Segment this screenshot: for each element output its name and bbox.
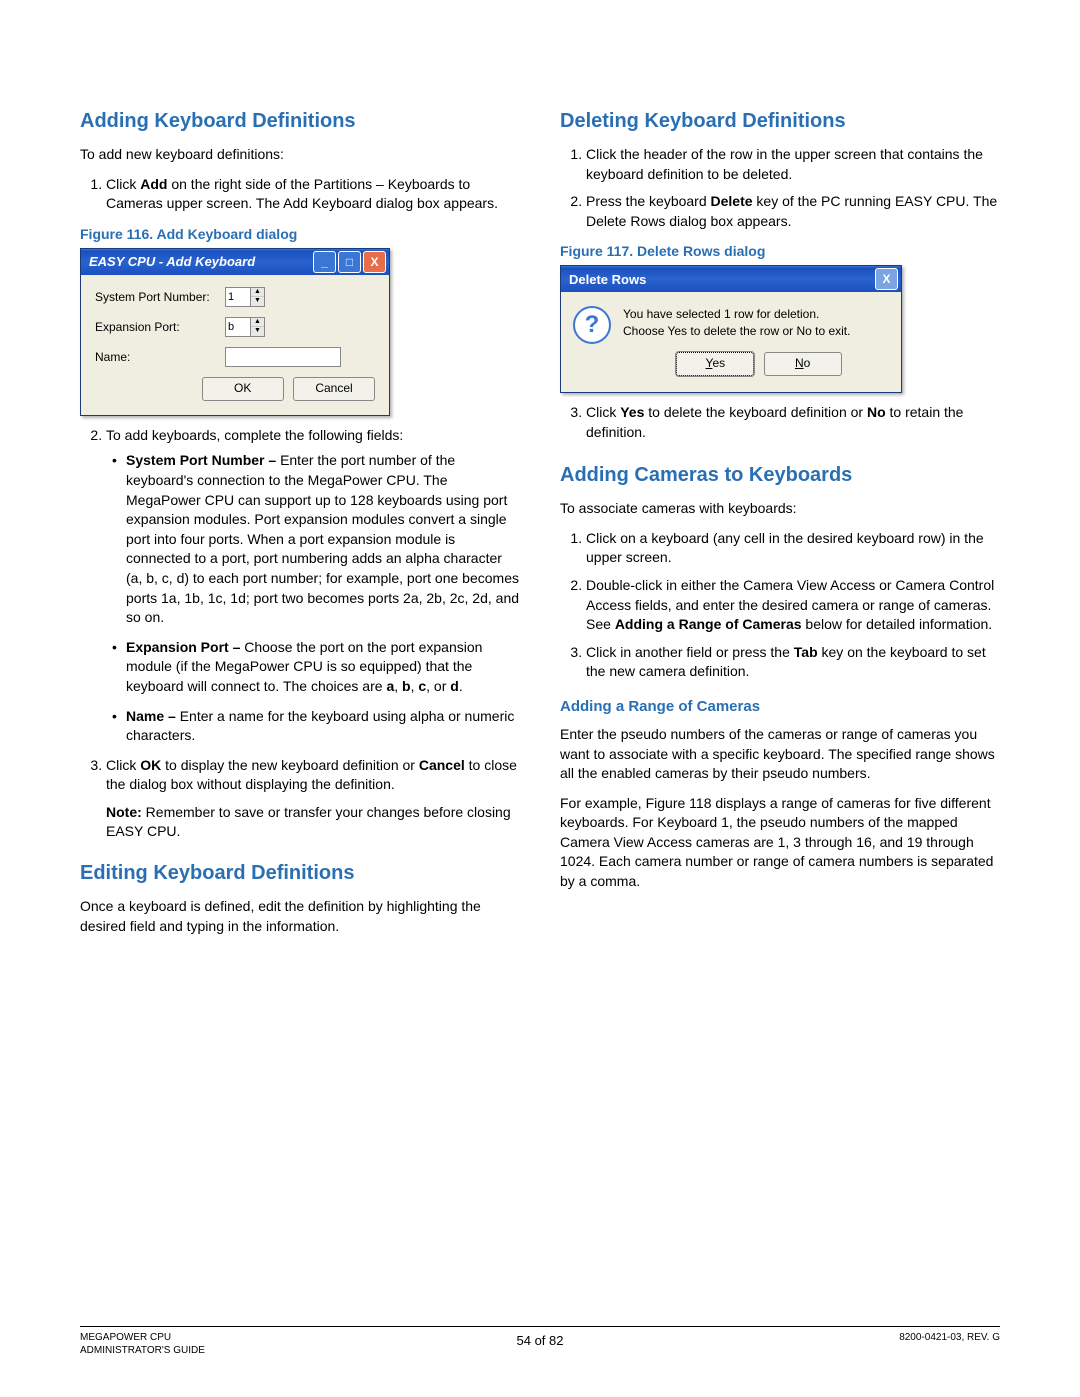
dialog-titlebar: Delete Rows X	[561, 266, 901, 292]
name-label: Name:	[95, 350, 225, 364]
yes-button[interactable]: Yes	[676, 352, 754, 376]
heading-adding-cameras-to-keyboards: Adding Cameras to Keyboards	[560, 464, 1000, 487]
dialog-title: EASY CPU - Add Keyboard	[89, 254, 311, 269]
intro-add: To add new keyboard definitions:	[80, 145, 520, 165]
field-descriptions: System Port Number – Enter the port numb…	[106, 451, 520, 745]
spin-up-icon[interactable]: ▲	[251, 318, 264, 328]
no-button[interactable]: No	[764, 352, 842, 376]
delete-rows-dialog: Delete Rows X ? You have selected 1 row …	[560, 265, 902, 393]
cancel-button[interactable]: Cancel	[293, 377, 375, 401]
camera-step-1: Click on a keyboard (any cell in the des…	[586, 529, 1000, 568]
dialog-body: System Port Number: ▲▼ Expansion Port: ▲…	[81, 275, 389, 415]
add-steps-1: Click Add on the right side of the Parti…	[80, 175, 520, 214]
delete-message-line-1: You have selected 1 row for deletion.	[623, 306, 889, 323]
delete-step-3: Click Yes to delete the keyboard definit…	[586, 403, 1000, 442]
camera-step-3: Click in another field or press the Tab …	[586, 643, 1000, 682]
field-expansion-port: Expansion Port – Choose the port on the …	[126, 638, 520, 697]
expansion-port-spinner[interactable]: ▲▼	[225, 317, 265, 337]
spin-down-icon[interactable]: ▼	[251, 297, 264, 306]
dialog-body: ? You have selected 1 row for deletion. …	[561, 292, 901, 392]
figure-116-caption: Figure 116. Add Keyboard dialog	[80, 226, 520, 242]
figure-117-caption: Figure 117. Delete Rows dialog	[560, 243, 1000, 259]
field-system-port-number: System Port Number – Enter the port numb…	[126, 451, 520, 627]
delete-steps-1: Click the header of the row in the upper…	[560, 145, 1000, 231]
footer-page-number: 54 of 82	[80, 1333, 1000, 1348]
close-icon[interactable]: X	[363, 251, 386, 273]
heading-adding-keyboard-definitions: Adding Keyboard Definitions	[80, 110, 520, 133]
name-input[interactable]	[225, 347, 341, 367]
heading-deleting-keyboard-definitions: Deleting Keyboard Definitions	[560, 110, 1000, 133]
ok-button[interactable]: OK	[202, 377, 284, 401]
range-paragraph-1: Enter the pseudo numbers of the cameras …	[560, 725, 1000, 784]
delete-steps-2: Click Yes to delete the keyboard definit…	[560, 403, 1000, 442]
delete-step-1: Click the header of the row in the upper…	[586, 145, 1000, 184]
delete-step-2: Press the keyboard Delete key of the PC …	[586, 192, 1000, 231]
maximize-icon[interactable]: □	[338, 251, 361, 273]
left-column: Adding Keyboard Definitions To add new k…	[80, 110, 520, 946]
content-columns: Adding Keyboard Definitions To add new k…	[80, 110, 1000, 946]
spin-up-icon[interactable]: ▲	[251, 288, 264, 298]
system-port-number-label: System Port Number:	[95, 290, 225, 304]
add-step-3: Click OK to display the new keyboard def…	[106, 756, 520, 842]
right-column: Deleting Keyboard Definitions Click the …	[560, 110, 1000, 946]
page-footer: MEGAPOWER CPU ADMINISTRATOR'S GUIDE 54 o…	[80, 1326, 1000, 1357]
delete-message-line-2: Choose Yes to delete the row or No to ex…	[623, 323, 889, 340]
expansion-port-label: Expansion Port:	[95, 320, 225, 334]
minimize-icon[interactable]: _	[313, 251, 336, 273]
add-keyboard-dialog: EASY CPU - Add Keyboard _ □ X System Por…	[80, 248, 390, 416]
camera-steps: Click on a keyboard (any cell in the des…	[560, 529, 1000, 682]
spin-down-icon[interactable]: ▼	[251, 327, 264, 336]
add-step-2: To add keyboards, complete the following…	[106, 426, 520, 746]
camera-step-2: Double-click in either the Camera View A…	[586, 576, 1000, 635]
dialog-titlebar: EASY CPU - Add Keyboard _ □ X	[81, 249, 389, 275]
question-icon: ?	[573, 306, 611, 344]
heading-adding-range-of-cameras: Adding a Range of Cameras	[560, 698, 1000, 715]
expansion-port-input[interactable]	[226, 318, 250, 336]
range-paragraph-2: For example, Figure 118 displays a range…	[560, 794, 1000, 892]
note-save-transfer: Note: Remember to save or transfer your …	[106, 803, 520, 842]
heading-editing-keyboard-definitions: Editing Keyboard Definitions	[80, 862, 520, 885]
dialog-title: Delete Rows	[569, 272, 873, 287]
intro-associate: To associate cameras with keyboards:	[560, 499, 1000, 519]
page: Adding Keyboard Definitions To add new k…	[0, 0, 1080, 1397]
system-port-number-input[interactable]	[226, 288, 250, 306]
add-step-1: Click Add on the right side of the Parti…	[106, 175, 520, 214]
field-name: Name – Enter a name for the keyboard usi…	[126, 707, 520, 746]
close-icon[interactable]: X	[875, 268, 898, 290]
system-port-number-spinner[interactable]: ▲▼	[225, 287, 265, 307]
editing-description: Once a keyboard is defined, edit the def…	[80, 897, 520, 936]
add-steps-2: To add keyboards, complete the following…	[80, 426, 520, 842]
